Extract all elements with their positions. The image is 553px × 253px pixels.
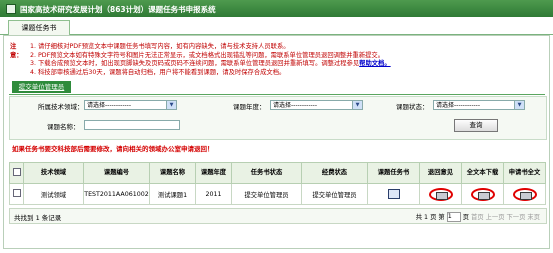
chevron-down-icon: ▼ xyxy=(352,101,362,109)
download-icon[interactable] xyxy=(470,187,495,201)
page-number-input[interactable]: 1 xyxy=(446,212,461,222)
status-label: 课题状态： xyxy=(396,103,429,111)
cell-name: 测试课题1 xyxy=(149,183,196,205)
chevron-down-icon: ▼ xyxy=(514,101,524,109)
app-icon xyxy=(6,4,16,14)
cell-code: TEST2011AA061002 xyxy=(83,183,150,205)
col-header-fund-status: 经费状态 xyxy=(301,162,368,184)
chevron-down-icon: ▼ xyxy=(166,101,176,109)
divider xyxy=(9,94,545,95)
cell-year: 2011 xyxy=(195,183,232,205)
task-table: 技术领域 课题编号 课题名称 课题年度 任务书状态 经费状态 课题任务书 退回意… xyxy=(9,162,546,205)
col-header-fulltext-download: 全文本下载 xyxy=(461,162,504,184)
name-input[interactable] xyxy=(84,120,180,130)
notice-item-3: 3. 下载合成预览文本时，如出现页脚缺失及页码或页码不连续问题，需联系单位管理员… xyxy=(30,60,360,67)
return-opinion-icon[interactable] xyxy=(428,187,453,201)
status-select-value: 请选择------------ xyxy=(436,102,480,109)
notice-item-4: 4. 科技部审核通过后30天，课题将自动归档，用户将不能看到课题，请及时保存合成… xyxy=(30,68,286,76)
pager-bar: 共找到 1 条记录 共 1 页 第 1 页 首页 上一页 下一页 末页 xyxy=(9,208,547,224)
year-select[interactable]: 请选择------------ ▼ xyxy=(270,100,363,110)
select-all-header[interactable] xyxy=(9,162,24,184)
col-header-year: 课题年度 xyxy=(195,162,232,184)
year-label: 课题年度： xyxy=(233,103,266,111)
notice-item-1: 1. 请仔细核对PDF预览文本中课题任务书填写内容，如有内容缺失，请与技术支持人… xyxy=(30,43,290,50)
cell-fund-status: 提交单位管理员 xyxy=(301,183,368,205)
cell-fulltext-download xyxy=(461,183,504,205)
cell-field: 测试领域 xyxy=(23,183,84,205)
col-header-return-opinion: 退回意见 xyxy=(419,162,462,184)
pager-total-prefix: 共 xyxy=(415,214,423,221)
pager-nav-links[interactable]: 首页 上一页 下一页 末页 xyxy=(471,214,540,221)
col-header-code: 课题编号 xyxy=(83,162,150,184)
table-header-row: 技术领域 课题编号 课题名称 课题年度 任务书状态 经费状态 课题任务书 退回意… xyxy=(9,162,546,184)
warning-text: 如果任务书要交科技部后需要修改，请向相关的领域办公室申请退回！ xyxy=(12,145,214,153)
tab-task-book[interactable]: 课题任务书 xyxy=(8,20,70,35)
pager-controls: 共 1 页 第 1 页 首页 上一页 下一页 末页 xyxy=(416,212,540,222)
field-select-value: 请选择------------ xyxy=(87,102,131,109)
table-row: 测试领域 TEST2011AA061002 测试课题1 2011 提交单位管理员… xyxy=(9,183,546,205)
cell-return-opinion xyxy=(419,183,462,205)
tab-bar: 课题任务书 xyxy=(0,17,553,35)
cell-task-book xyxy=(367,183,420,205)
col-header-status: 任务书状态 xyxy=(231,162,302,184)
row-checkbox[interactable] xyxy=(12,189,21,197)
document-icon[interactable] xyxy=(387,189,400,199)
window-title: 国家高技术研究发展计划（863计划）课题任务书申报系统 xyxy=(20,5,216,14)
field-label: 所属技术领域： xyxy=(38,103,84,111)
pager-total-pages: 1 xyxy=(424,214,429,221)
help-doc-link[interactable]: 帮助文档。 xyxy=(359,60,390,67)
notice-label: 注意： xyxy=(10,43,23,59)
pager-page-suffix: 页 xyxy=(462,214,469,221)
notice-item-2: 2. PDF预览文本如有特殊文字符号和图片无法正常显示，或文档格式出现错乱等问题… xyxy=(30,51,385,59)
year-select-value: 请选择------------ xyxy=(273,102,317,109)
status-select[interactable]: 请选择------------ ▼ xyxy=(433,100,525,110)
query-button[interactable]: 查询 xyxy=(454,119,498,132)
select-all-checkbox[interactable] xyxy=(12,167,21,176)
col-header-task-book: 课题任务书 xyxy=(367,162,420,184)
pager-page-label: 页 xyxy=(430,214,437,221)
cell-status: 提交单位管理员 xyxy=(231,183,302,205)
submit-to-admin-button[interactable]: 提交单位管理员 xyxy=(12,81,71,93)
record-count: 共找到 1 条记录 xyxy=(14,214,62,222)
window-title-bar: 国家高技术研究发展计划（863计划）课题任务书申报系统 xyxy=(0,0,553,17)
col-header-application-fulltext: 申请书全文 xyxy=(503,162,546,184)
col-header-name: 课题名称 xyxy=(149,162,196,184)
name-label: 课题名称： xyxy=(47,123,80,131)
cell-application-fulltext xyxy=(503,183,546,205)
col-header-field: 技术领域 xyxy=(23,162,84,184)
pager-of: 第 xyxy=(438,214,445,221)
field-select[interactable]: 请选择------------ ▼ xyxy=(84,100,177,110)
application-doc-icon[interactable] xyxy=(512,187,537,201)
